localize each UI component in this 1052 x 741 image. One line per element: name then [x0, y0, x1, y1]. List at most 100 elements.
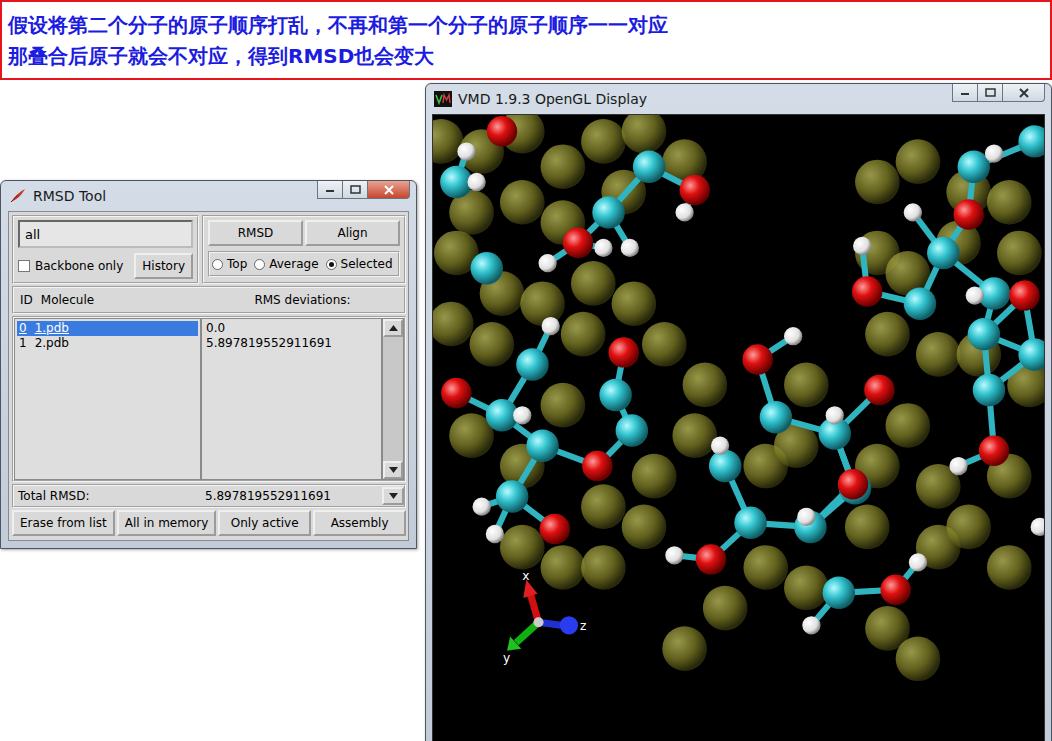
hydrogen-atom: [904, 203, 922, 221]
action-button[interactable]: RMSD: [208, 220, 303, 246]
hydrogen-atom: [711, 437, 729, 455]
rmsd-value: 5.897819552911691: [204, 336, 379, 351]
list-header: IDMoleculeRMS deviations:: [12, 286, 406, 314]
hydrogen-atom: [665, 546, 683, 564]
carbon-atom: [526, 430, 558, 462]
oxygen-atom: [852, 276, 882, 306]
list-button[interactable]: Erase from list: [12, 510, 115, 536]
ghost-atom: [896, 139, 941, 184]
ghost-atom: [470, 322, 515, 367]
ghost-atom: [683, 363, 728, 408]
ghost-atom: [784, 565, 829, 610]
close-button[interactable]: [367, 181, 410, 199]
ghost-atom: [632, 454, 677, 499]
ghost-atom: [662, 626, 707, 671]
ghost-atom: [581, 545, 626, 590]
molecule-view[interactable]: xyz: [433, 115, 1044, 741]
molecule-column: 01.pdb12.pdb: [14, 318, 201, 480]
ghost-atom: [703, 586, 748, 631]
molecule-row[interactable]: 01.pdb: [17, 321, 198, 336]
minimize-icon: [325, 187, 335, 193]
carbon-atom: [823, 577, 855, 609]
reference-radio[interactable]: Average: [254, 257, 318, 271]
opengl-display[interactable]: xyz: [432, 114, 1045, 741]
ghost-atom: [946, 505, 991, 550]
backbone-checkbox[interactable]: [18, 260, 30, 272]
list-button[interactable]: All in memory: [117, 510, 217, 536]
close-icon: [1018, 88, 1030, 98]
oxygen-atom: [563, 228, 593, 258]
minimize-button[interactable]: [317, 181, 343, 199]
title-bar[interactable]: VMD 1.9.3 OpenGL Display: [426, 84, 1051, 114]
minimize-icon: [960, 90, 970, 96]
history-button[interactable]: History: [134, 253, 193, 279]
annotation-banner: 假设将第二个分子的原子顺序打乱，不再和第一个分子的原子顺序一一对应那叠合后原子就…: [0, 0, 1052, 80]
oxygen-atom: [582, 451, 612, 481]
svg-text:z: z: [580, 619, 586, 633]
carbon-atom: [496, 480, 528, 512]
ghost-atom: [500, 180, 545, 225]
ghost-atom: [672, 413, 717, 458]
oxygen-atom: [838, 469, 868, 499]
carbon-atom: [1018, 338, 1044, 370]
carbon-atom: [1018, 125, 1044, 157]
ghost-atom: [541, 144, 586, 189]
maximize-icon: [350, 185, 361, 194]
ghost-atom: [622, 505, 667, 550]
carbon-atom: [760, 401, 792, 433]
ghost-atom: [784, 363, 829, 408]
scroll-down-button[interactable]: [383, 461, 403, 479]
molecule-list: 01.pdb12.pdb0.05.897819552911691: [12, 316, 406, 482]
rmsd-window: RMSD Tool all Backbone only History RMSDAlig…: [0, 180, 417, 549]
ghost-atom: [541, 545, 586, 590]
hydrogen-atom: [826, 406, 844, 424]
hydrogen-atom: [853, 237, 871, 255]
ghost-atom: [622, 115, 667, 154]
oxygen-atom: [487, 116, 517, 146]
molecule-row[interactable]: 12.pdb: [17, 336, 198, 351]
carbon-atom: [709, 450, 741, 482]
hydrogen-atom: [473, 497, 491, 515]
annotation-line: 那叠合后原子就会不对应，得到RMSD也会变大: [8, 41, 1044, 72]
list-button[interactable]: Assembly: [313, 510, 406, 536]
ghost-atom: [642, 322, 687, 367]
scroll-down-button[interactable]: [382, 487, 404, 505]
maximize-button[interactable]: [977, 84, 1003, 102]
total-value: 5.897819552911691: [201, 489, 382, 503]
vmd-window: VMD 1.9.3 OpenGL Displayxyz: [425, 83, 1052, 741]
hydrogen-atom: [802, 616, 820, 634]
arrow-down-icon: [389, 493, 398, 499]
list-button[interactable]: Only active: [218, 510, 311, 536]
reference-radio[interactable]: Selected: [326, 257, 393, 271]
ghost-atom: [845, 505, 890, 550]
ghost-atom: [865, 312, 910, 357]
selection-input[interactable]: all: [18, 220, 193, 248]
ghost-atom: [855, 160, 900, 205]
oxygen-atom: [540, 514, 570, 544]
window-title: RMSD Tool: [33, 188, 312, 204]
hydrogen-atom: [966, 286, 984, 304]
close-button[interactable]: [1002, 84, 1045, 102]
reference-radio[interactable]: Top: [212, 257, 247, 271]
maximize-button[interactable]: [342, 181, 368, 199]
window-controls: [318, 181, 410, 199]
scrollbar[interactable]: [382, 318, 404, 480]
minimize-button[interactable]: [952, 84, 978, 102]
title-bar[interactable]: RMSD Tool: [1, 181, 416, 211]
carbon-atom: [973, 374, 1005, 406]
hydrogen-atom: [457, 142, 475, 160]
ghost-atom: [500, 525, 545, 570]
vmd-logo-icon: [434, 91, 452, 107]
scroll-up-button[interactable]: [383, 319, 403, 337]
oxygen-atom: [742, 344, 772, 374]
carbon-atom: [927, 237, 959, 269]
tk-feather-icon: [9, 188, 27, 204]
carbon-atom: [599, 379, 631, 411]
hydrogen-atom: [513, 406, 531, 424]
action-button[interactable]: Align: [305, 220, 400, 246]
ghost-atom: [433, 302, 474, 347]
oxygen-atom: [609, 337, 639, 367]
ghost-atom: [997, 231, 1042, 276]
oxygen-atom: [880, 575, 910, 605]
backbone-label: Backbone only: [35, 259, 123, 273]
